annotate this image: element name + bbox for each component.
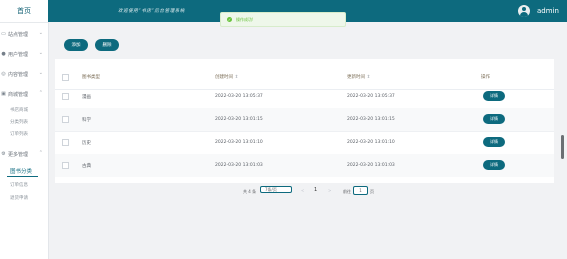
cell-updated: 2022-03-20 13:05:37 (347, 94, 395, 99)
cell-type: 历史 (82, 141, 91, 146)
table-row: 漫画 2022-03-20 13:05:37 2022-03-20 13:05:… (55, 85, 554, 109)
sidebar-item-more[interactable]: ⚙ 更多管理 ⌃ (0, 144, 48, 164)
row-checkbox[interactable] (62, 93, 69, 100)
sidebar-item-label: 商城管理 (8, 91, 29, 98)
column-created[interactable]: 创建时间 ⇕ (215, 74, 238, 80)
row-checkbox[interactable] (62, 162, 69, 169)
chevron-up-icon: ⌃ (38, 150, 43, 156)
sort-icon[interactable]: ⇕ (234, 75, 238, 80)
add-button[interactable]: 添加 (64, 39, 88, 51)
cell-type: 古典 (82, 164, 91, 169)
column-updated-label: 更新时间 (347, 75, 365, 80)
sidebar-subitem-returns[interactable]: 退货申请 (0, 191, 48, 204)
sidebar-item-book-category-active[interactable]: 图书分类 (0, 164, 48, 178)
select-all-checkbox[interactable] (62, 74, 69, 81)
scrollbar[interactable] (561, 135, 564, 159)
chevron-down-icon: ⌄ (38, 70, 43, 76)
content-icon: ◎ (1, 70, 6, 77)
column-updated[interactable]: 更新时间 ⇕ (347, 74, 370, 80)
cell-created: 2022-03-20 13:05:37 (215, 94, 263, 99)
user-icon: ● (1, 50, 6, 57)
page-number-current[interactable]: 1 (314, 187, 317, 197)
cell-updated: 2022-03-20 13:01:15 (347, 117, 395, 122)
chevron-up-icon: ⌃ (38, 90, 43, 96)
success-toast: ✓ 操作成功! (220, 12, 346, 27)
sidebar-item-label: 内容管理 (8, 71, 29, 78)
page-size-value: 7条/页 (265, 186, 277, 192)
category-table: 图书类型 创建时间 ⇕ 更新时间 ⇕ 操作 漫画 2022-03-20 13:0… (55, 59, 554, 183)
cell-updated: 2022-03-20 13:01:10 (347, 140, 395, 145)
cell-type: 漫画 (82, 95, 91, 100)
sidebar-item-users[interactable]: ● 用户管理 ⌄ (0, 44, 48, 64)
chevron-down-icon: ⌄ (38, 50, 43, 56)
sidebar-item-shop[interactable]: ▣ 商城管理 ⌃ (0, 84, 48, 104)
page-size-select[interactable]: 7条/页 (260, 186, 292, 193)
table-row: 古典 2022-03-20 13:01:03 2022-03-20 13:01:… (55, 154, 554, 177)
delete-button[interactable]: 删除 (95, 39, 119, 51)
cell-type: 科学 (82, 118, 91, 123)
username-label[interactable]: admin (537, 7, 559, 15)
column-action: 操作 (481, 75, 490, 80)
detail-button[interactable]: 详情 (483, 160, 505, 170)
detail-button[interactable]: 详情 (483, 91, 505, 101)
shop-icon: ▣ (1, 90, 6, 97)
goto-label: 前往 (343, 189, 351, 194)
sidebar-subitem-categories[interactable]: 分类列表 (0, 116, 48, 128)
monitor-icon: ▭ (1, 30, 6, 37)
sidebar-subitem-bookstore[interactable]: 书店商城 (0, 104, 48, 116)
cell-created: 2022-03-20 13:01:03 (215, 163, 263, 168)
sidebar-item-label: 站点管理 (8, 31, 29, 38)
cell-created: 2022-03-20 13:01:10 (215, 140, 263, 145)
sidebar-item-label: 用户管理 (8, 51, 29, 58)
gear-icon: ⚙ (1, 150, 6, 157)
welcome-text: 欢迎使用“书店”后台管理系统 (118, 9, 185, 14)
cell-updated: 2022-03-20 13:01:03 (347, 163, 395, 168)
pagination-total: 共 4 条 (243, 189, 257, 194)
toast-message: 操作成功! (236, 16, 254, 22)
goto-page-input[interactable]: 1 (353, 186, 368, 195)
check-circle-icon: ✓ (227, 17, 232, 22)
table-row: 科学 2022-03-20 13:01:15 2022-03-20 13:01:… (55, 108, 554, 132)
chevron-down-icon: ⌄ (38, 30, 43, 36)
detail-button[interactable]: 详情 (483, 114, 505, 124)
next-page-button[interactable]: > (328, 188, 331, 198)
detail-button[interactable]: 详情 (483, 137, 505, 147)
column-created-label: 创建时间 (215, 75, 233, 80)
row-checkbox[interactable] (62, 139, 69, 146)
sidebar-item-content[interactable]: ◎ 内容管理 ⌄ (0, 64, 48, 84)
column-type: 图书类型 (82, 75, 100, 80)
page-unit-label: 页 (370, 189, 374, 194)
sidebar-item-site[interactable]: ▭ 站点管理 ⌄ (0, 24, 48, 44)
sidebar-home[interactable]: 首页 (0, 0, 48, 23)
sidebar-item-label: 更多管理 (8, 151, 29, 158)
cell-created: 2022-03-20 13:01:15 (215, 117, 263, 122)
avatar[interactable] (518, 5, 530, 17)
sidebar-subitem-orders[interactable]: 订单列表 (0, 128, 48, 140)
prev-page-button[interactable]: < (301, 188, 304, 198)
sidebar: 首页 ▭ 站点管理 ⌄ ● 用户管理 ⌄ ◎ 内容管理 ⌄ ▣ 商城管理 ⌃ 书… (0, 0, 49, 259)
table-row: 历史 2022-03-20 13:01:10 2022-03-20 13:01:… (55, 131, 554, 155)
sidebar-subitem-order-info[interactable]: 订单信息 (0, 178, 48, 191)
row-checkbox[interactable] (62, 116, 69, 123)
sort-icon[interactable]: ⇕ (366, 75, 370, 80)
